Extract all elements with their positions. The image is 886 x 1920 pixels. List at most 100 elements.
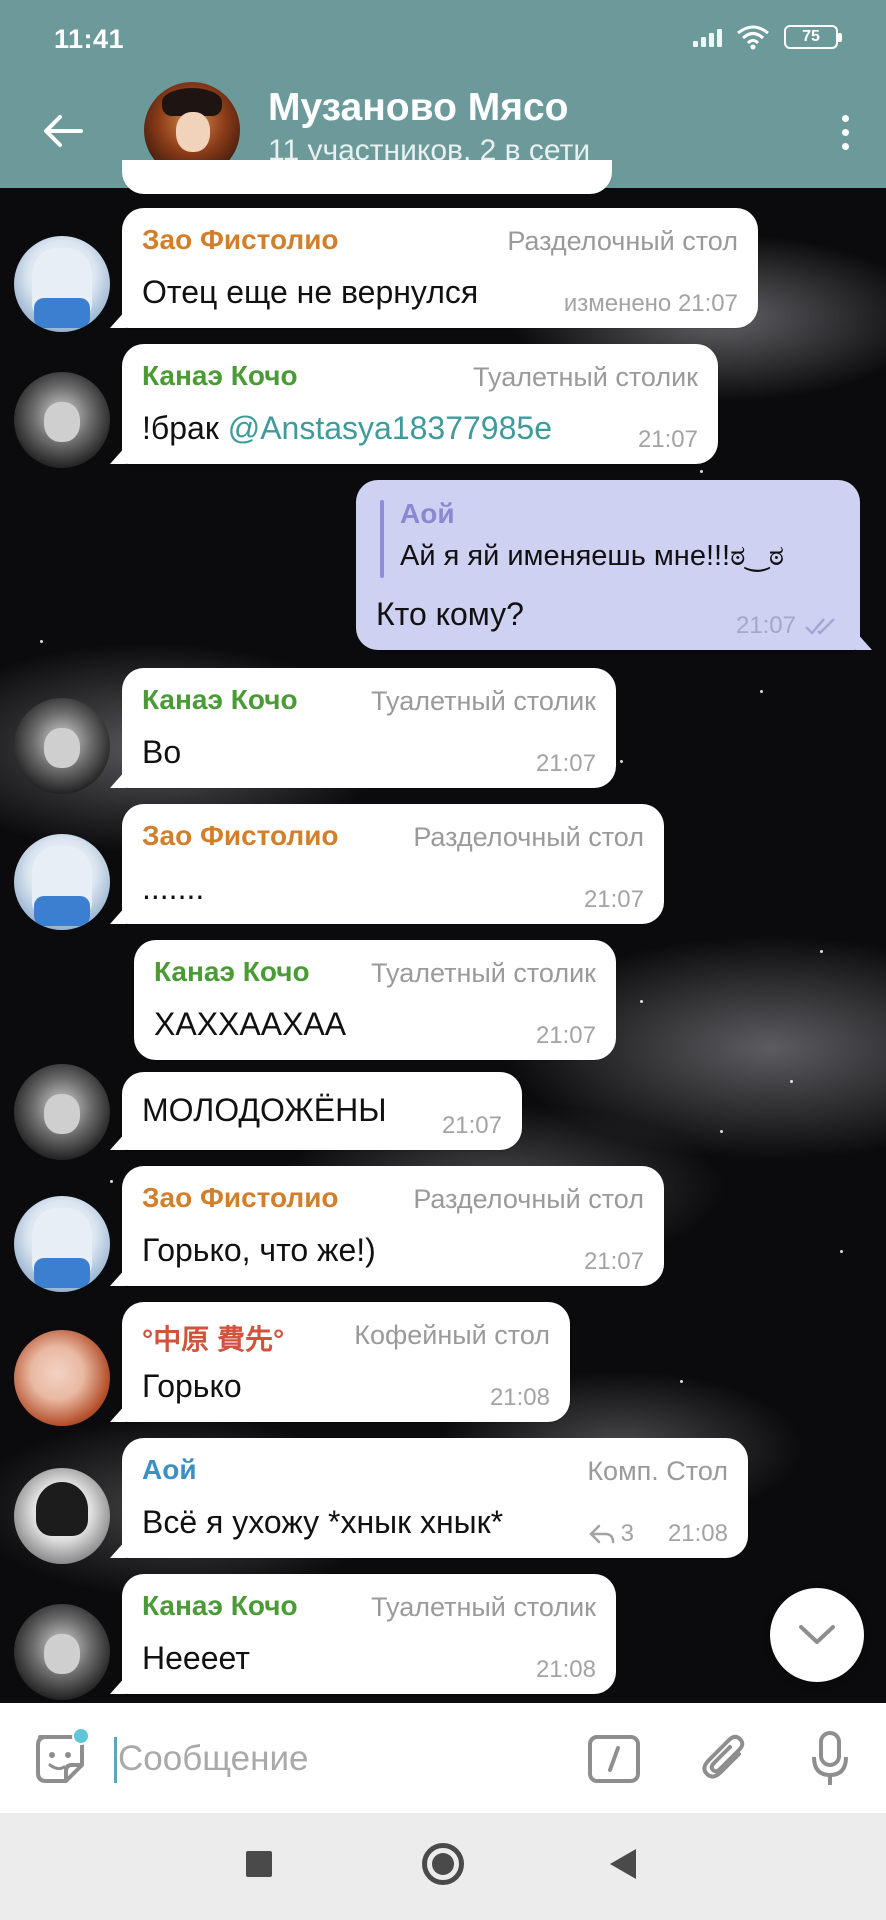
sender-name[interactable]: °中原 費先° — [142, 1318, 284, 1358]
message-bubble[interactable]: Канаэ Кочо Туалетный столик Во 21:07 — [122, 668, 616, 788]
message-input-bar — [0, 1703, 886, 1813]
sender-name[interactable]: Канаэ Кочо — [142, 360, 298, 392]
sender-name[interactable]: Канаэ Кочо — [142, 1590, 298, 1622]
sender-title: Кофейный стол — [354, 1320, 550, 1350]
avatar-zao[interactable] — [14, 1196, 110, 1292]
message-time-label: 21:07 — [735, 612, 796, 639]
voice-record-button[interactable] — [800, 1729, 860, 1789]
message-text: !брак @Anstasya18377985e — [142, 410, 552, 447]
avatar-aoi[interactable] — [14, 1468, 110, 1564]
message-bubble[interactable]: Канаэ Кочо Туалетный столик !брак @Ansta… — [122, 344, 718, 464]
status-time: 11:41 — [54, 24, 125, 54]
avatar-kanae[interactable] — [14, 1064, 110, 1160]
message-text: Кто кому? — [376, 596, 524, 632]
message-bubble[interactable]: МОЛОДОЖЁНЫ 21:07 — [122, 1072, 522, 1150]
message-bubble[interactable]: °中原 費先° Кофейный стол Горько 21:08 — [122, 1302, 570, 1422]
scroll-down-button[interactable] — [770, 1588, 864, 1682]
system-back-button[interactable] — [610, 1849, 636, 1879]
message-bubble-partial[interactable] — [122, 160, 612, 194]
slash-icon — [608, 1746, 620, 1772]
star-decoration — [110, 1180, 113, 1183]
sender-title: Разделочный стол — [413, 1184, 644, 1214]
status-icons: 75 — [693, 24, 842, 50]
message-text: Отец еще не вернулся — [142, 274, 479, 310]
replies-count-value: 3 — [620, 1520, 634, 1547]
message-input[interactable] — [118, 1731, 558, 1787]
reply-bar — [380, 500, 384, 578]
reply-icon — [588, 1524, 614, 1544]
back-button[interactable] — [30, 98, 96, 164]
sender-title: Туалетный столик — [371, 958, 596, 988]
wifi-icon — [737, 25, 769, 50]
avatar-zao[interactable] — [14, 236, 110, 332]
arrow-left-icon — [44, 115, 83, 147]
recents-button[interactable] — [246, 1851, 272, 1877]
status-bar: 11:41 75 — [0, 0, 886, 78]
message-time: 21:07 — [535, 1022, 596, 1049]
message-time: 21:07 — [441, 1112, 502, 1139]
message-time: 21:08 — [535, 1656, 596, 1683]
star-decoration — [700, 470, 703, 473]
message-time: 21:07 — [637, 426, 698, 453]
avatar-kanae[interactable] — [14, 372, 110, 468]
text-cursor — [114, 1737, 117, 1783]
more-options-button[interactable] — [818, 102, 872, 162]
reply-text[interactable]: Ай я яй именяешь мне!!!ಠ‿ಠ — [400, 538, 784, 573]
message-text: ХАХХААХАА — [154, 1006, 347, 1042]
star-decoration — [760, 690, 763, 693]
chat-title[interactable]: Музаново Мясо — [268, 86, 568, 130]
message-text: ....... — [142, 870, 205, 906]
message-time: 21:08 — [667, 1520, 728, 1547]
home-button[interactable] — [422, 1843, 464, 1885]
message-bubble[interactable]: Зао Фистолио Разделочный стол Отец еще н… — [122, 208, 758, 328]
sender-name[interactable]: Аой — [142, 1454, 197, 1486]
star-decoration — [840, 1250, 843, 1253]
message-bubble[interactable]: Канаэ Кочо Туалетный столик Неееет 21:08 — [122, 1574, 616, 1694]
paperclip-icon — [702, 1734, 745, 1779]
message-text: МОЛОДОЖЁНЫ — [142, 1092, 387, 1128]
message-time: изменено 21:07 — [563, 290, 738, 317]
sender-title: Туалетный столик — [473, 362, 698, 392]
message-text: Во — [142, 734, 182, 770]
notification-dot — [72, 1727, 90, 1745]
mention-link[interactable]: @Anstasya18377985e — [228, 410, 552, 446]
message-time: 21:08 — [489, 1384, 550, 1411]
message-text: Всё я ухожу *хнык хнык* — [142, 1504, 504, 1540]
sender-name[interactable]: Канаэ Кочо — [142, 684, 298, 716]
battery-icon: 75 — [784, 25, 842, 49]
star-decoration — [820, 950, 823, 953]
star-decoration — [720, 1130, 723, 1133]
replies-count[interactable]: 3 — [588, 1520, 634, 1548]
sender-name[interactable]: Зао Фистолио — [142, 820, 339, 852]
message-bubble[interactable]: Зао Фистолио Разделочный стол Горько, чт… — [122, 1166, 664, 1286]
bot-commands-button[interactable] — [588, 1735, 640, 1783]
sender-name[interactable]: Канаэ Кочо — [154, 956, 310, 988]
star-decoration — [40, 640, 43, 643]
message-time: 21:07 — [535, 750, 596, 777]
message-text: Горько, что же!) — [142, 1232, 376, 1268]
message-text: Неееет — [142, 1640, 250, 1676]
sender-title: Разделочный стол — [507, 226, 738, 256]
message-text-plain: !брак — [142, 410, 228, 446]
microphone-icon — [812, 1731, 848, 1785]
sender-title: Комп. Стол — [587, 1456, 728, 1486]
message-time: 21:07 — [583, 886, 644, 913]
reply-sender[interactable]: Аой — [400, 498, 455, 530]
avatar-kanae[interactable] — [14, 698, 110, 794]
outgoing-message-bubble[interactable]: Аой Ай я яй именяешь мне!!!ಠ‿ಠ Кто кому?… — [356, 480, 860, 650]
message-bubble[interactable]: Канаэ Кочо Туалетный столик ХАХХААХАА 21… — [134, 940, 616, 1060]
sender-name[interactable]: Зао Фистолио — [142, 1182, 339, 1214]
star-decoration — [620, 760, 623, 763]
sender-name[interactable]: Зао Фистолио — [142, 224, 339, 256]
avatar-zao[interactable] — [14, 834, 110, 930]
avatar-kanae[interactable] — [14, 1604, 110, 1700]
signal-icon — [693, 27, 722, 47]
avatar-nakahara[interactable] — [14, 1330, 110, 1426]
sender-title: Туалетный столик — [371, 1592, 596, 1622]
message-bubble[interactable]: Зао Фистолио Разделочный стол ....... 21… — [122, 804, 664, 924]
read-checkmarks-icon — [805, 618, 835, 635]
message-bubble[interactable]: Аой Комп. Стол Всё я ухожу *хнык хнык* 3… — [122, 1438, 748, 1558]
message-time: 21:07 — [736, 612, 840, 640]
attach-button[interactable] — [694, 1729, 754, 1789]
sender-title: Туалетный столик — [371, 686, 596, 716]
